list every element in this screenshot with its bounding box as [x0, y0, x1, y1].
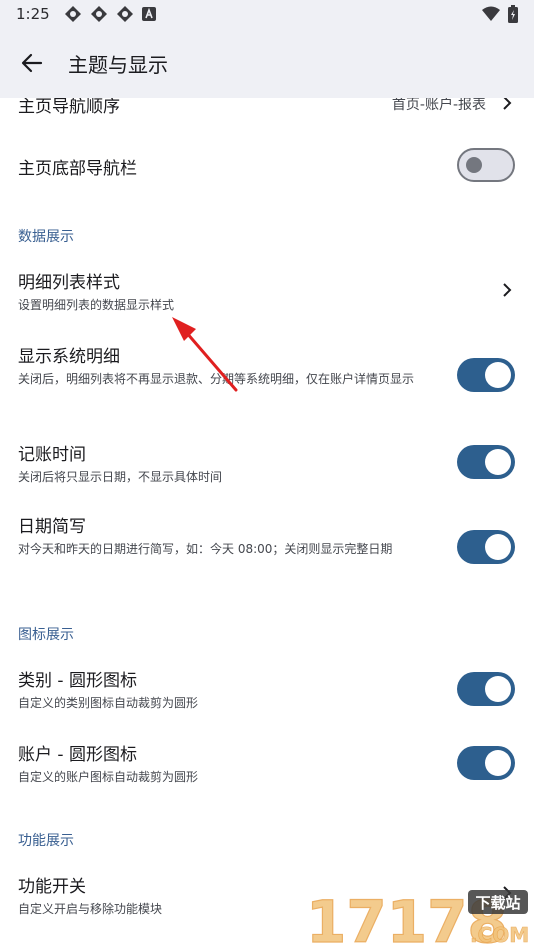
watermark-17178-logo: 17178 下载站 .COM — [305, 887, 529, 950]
setting-description: 自定义的类别图标自动裁剪为圆形 — [18, 696, 199, 710]
app-bar: 主题与显示 — [0, 28, 534, 98]
app-notification-icon — [64, 6, 81, 22]
setting-label: 明细列表样式 — [18, 273, 120, 293]
battery-icon — [508, 5, 518, 23]
toggle-knob — [485, 534, 511, 560]
app-notification-icon — [116, 6, 133, 22]
setting-detail-style[interactable]: 明细列表样式 设置明细列表的数据显示样式 — [0, 258, 534, 322]
setting-description: 关闭后将只显示日期，不显示具体时间 — [18, 470, 223, 484]
setting-description: 对今天和昨天的日期进行简写，如：今天 08:00；关闭则显示完整日期 — [18, 542, 393, 556]
setting-nav-order[interactable]: 主页导航顺序 首页-账户-报表 — [0, 98, 534, 124]
status-time: 1:25 — [16, 5, 50, 23]
status-notification-icons — [64, 5, 156, 23]
watermark-logo: 17178 下载站 .COM — [302, 886, 532, 950]
date-short-toggle[interactable] — [457, 530, 515, 564]
section-header-icon: 图标展示 — [18, 627, 74, 643]
settings-list[interactable]: 主页导航顺序 首页-账户-报表 主页底部导航栏 数据展示 明细列表样式 设置明细… — [0, 98, 534, 950]
account-round-toggle[interactable] — [457, 746, 515, 780]
setting-record-time[interactable]: 记账时间 关闭后将只显示日期，不显示具体时间 — [0, 432, 534, 492]
setting-label: 类别 - 圆形图标 — [18, 671, 137, 691]
setting-description: 关闭后，明细列表将不再显示退款、分期等系统明细，仅在账户详情页显示 — [18, 372, 415, 386]
setting-account-round[interactable]: 账户 - 圆形图标 自定义的账户图标自动裁剪为圆形 — [0, 732, 534, 796]
watermark-suffix: .COM — [470, 923, 529, 947]
arrow-back-icon — [21, 53, 43, 73]
setting-label: 账户 - 圆形图标 — [18, 745, 137, 765]
chevron-right-icon — [503, 98, 512, 110]
setting-show-system[interactable]: 显示系统明细 关闭后，明细列表将不再显示退款、分期等系统明细，仅在账户详情页显示 — [0, 336, 534, 420]
toggle-knob — [466, 157, 482, 173]
watermark-badge: 下载站 — [475, 894, 520, 912]
setting-label: 日期简写 — [18, 517, 86, 537]
setting-label: 功能开关 — [18, 877, 86, 897]
status-system-icons — [482, 5, 518, 23]
status-bar: 1:25 — [0, 0, 534, 28]
category-round-toggle[interactable] — [457, 672, 515, 706]
app-notification-icon — [90, 6, 107, 22]
setting-label: 显示系统明细 — [18, 347, 120, 367]
setting-category-round[interactable]: 类别 - 圆形图标 自定义的类别图标自动裁剪为圆形 — [0, 658, 534, 722]
back-button[interactable] — [0, 31, 64, 95]
section-header-func: 功能展示 — [18, 833, 74, 849]
page-title: 主题与显示 — [68, 52, 168, 77]
a-letter-icon — [141, 7, 156, 21]
setting-description: 自定义的账户图标自动裁剪为圆形 — [18, 770, 199, 784]
toggle-knob — [485, 750, 511, 776]
setting-label: 主页导航顺序 — [18, 98, 120, 117]
toggle-knob — [485, 676, 511, 702]
bottom-nav-toggle[interactable] — [457, 148, 515, 182]
wifi-icon — [482, 6, 500, 21]
record-time-toggle[interactable] — [457, 445, 515, 479]
toggle-knob — [485, 449, 511, 475]
setting-bottom-nav[interactable]: 主页底部导航栏 — [0, 138, 534, 194]
setting-description: 设置明细列表的数据显示样式 — [18, 298, 175, 312]
setting-value: 首页-账户-报表 — [391, 98, 486, 113]
section-header-data: 数据展示 — [18, 229, 74, 245]
setting-date-short[interactable]: 日期简写 对今天和昨天的日期进行简写，如：今天 08:00；关闭则显示完整日期 — [0, 504, 534, 590]
toggle-knob — [485, 362, 511, 388]
show-system-toggle[interactable] — [457, 358, 515, 392]
chevron-right-icon — [503, 283, 512, 297]
setting-label: 记账时间 — [18, 445, 86, 465]
setting-label: 主页底部导航栏 — [18, 159, 137, 179]
